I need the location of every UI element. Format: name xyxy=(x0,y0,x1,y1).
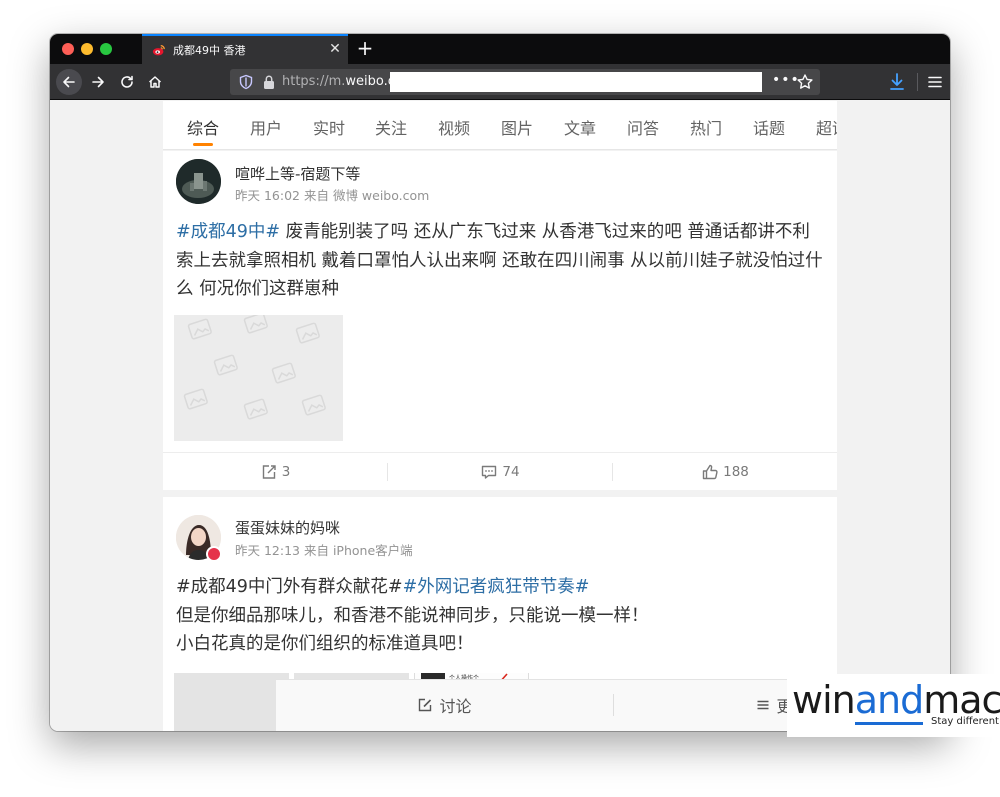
screenshot-page: 成都49中 香港 ✕ + https://m.weibo.cn/ xyxy=(0,0,1000,797)
watermark-part-and: and xyxy=(854,678,924,725)
tab-supertopics[interactable]: 超话 xyxy=(816,115,837,139)
post-username[interactable]: 喧哗上等-宿题下等 xyxy=(235,163,360,184)
minimize-window-button[interactable] xyxy=(81,43,93,55)
post-text: #成都49中门外有群众献花##外网记者疯狂带节奏# 但是你细品那味儿，和香港不能… xyxy=(176,573,826,659)
post-line: 但是你细品那味儿，和香港不能说神同步，只能说一模一样！ xyxy=(176,605,649,626)
comment-count: 74 xyxy=(502,464,520,480)
url-prefix: https://m. xyxy=(282,74,346,89)
tab-users[interactable]: 用户 xyxy=(250,115,282,139)
lock-icon[interactable] xyxy=(262,74,276,90)
home-icon xyxy=(148,76,162,88)
tab-strip: 成都49中 香港 ✕ + xyxy=(50,34,950,64)
discuss-label: 讨论 xyxy=(439,697,472,716)
thumbs-up-icon xyxy=(702,464,718,480)
page-viewport: 综合 用户 实时 关注 视频 图片 文章 问答 热门 话题 超话 xyxy=(50,101,950,731)
tab-images[interactable]: 图片 xyxy=(501,115,533,139)
avatar[interactable] xyxy=(176,159,221,204)
arrow-right-icon xyxy=(92,76,104,88)
close-window-button[interactable] xyxy=(62,43,74,55)
tab-qa[interactable]: 问答 xyxy=(627,115,659,139)
tracking-protection-shield-icon[interactable] xyxy=(238,74,254,90)
browser-window: 成都49中 香港 ✕ + https://m.weibo.cn/ xyxy=(50,34,950,731)
home-button[interactable] xyxy=(142,69,168,95)
watermark-part-win: win xyxy=(792,678,856,722)
tab-videos[interactable]: 视频 xyxy=(438,115,470,139)
tab-topics[interactable]: 话题 xyxy=(753,115,785,139)
post-meta: 昨天 12:13 来自 iPhone客户端 xyxy=(235,543,413,558)
reload-button[interactable] xyxy=(114,69,140,95)
url-text[interactable]: https://m.weibo.cn/ xyxy=(282,74,408,89)
post-hashtag[interactable]: #外网记者疯狂带节奏# xyxy=(403,577,590,597)
repost-icon xyxy=(262,465,276,479)
new-tab-button[interactable]: + xyxy=(354,37,376,59)
tab-articles[interactable]: 文章 xyxy=(564,115,596,139)
address-bar[interactable]: https://m.weibo.cn/ ••• xyxy=(230,69,820,95)
post-actions: 3 74 188 xyxy=(163,452,837,490)
tab-hot[interactable]: 热门 xyxy=(690,115,722,139)
zoom-window-button[interactable] xyxy=(100,43,112,55)
close-tab-icon[interactable]: ✕ xyxy=(328,41,342,57)
post-hashtag[interactable]: #成都49中# xyxy=(176,222,280,242)
tab-realtime[interactable]: 实时 xyxy=(313,115,345,139)
post-username[interactable]: 蛋蛋妹妹的妈咪 xyxy=(235,517,340,538)
repost-button[interactable]: 3 xyxy=(163,453,387,491)
forward-button[interactable] xyxy=(85,69,111,95)
tab-comprehensive[interactable]: 综合 xyxy=(187,115,219,139)
tab-following[interactable]: 关注 xyxy=(375,115,407,139)
verified-badge-icon xyxy=(206,546,222,562)
watermark-tagline: Stay different xyxy=(931,716,999,727)
browser-tab[interactable]: 成都49中 香港 ✕ xyxy=(142,34,348,64)
post-meta: 昨天 16:02 来自 微博 weibo.com xyxy=(235,188,430,203)
post-hashtag-plain: #成都49中门外有群众献花# xyxy=(176,577,403,597)
comment-icon xyxy=(482,465,497,479)
navigation-toolbar: https://m.weibo.cn/ ••• xyxy=(50,64,950,100)
weibo-column: 综合 用户 实时 关注 视频 图片 文章 问答 热门 话题 超话 xyxy=(163,101,950,731)
like-button[interactable]: 188 xyxy=(613,453,837,491)
post-line: #成都49中门外有群众献花##外网记者疯狂带节奏# xyxy=(176,573,826,602)
like-count: 188 xyxy=(723,464,749,480)
repost-count: 3 xyxy=(281,464,291,480)
reload-icon xyxy=(121,75,133,88)
post-image-thumbnail[interactable] xyxy=(174,673,289,731)
winandmac-watermark: winandmac Stay different xyxy=(787,674,1000,737)
back-button[interactable] xyxy=(56,69,82,95)
arrow-left-icon xyxy=(63,76,75,88)
list-menu-icon xyxy=(757,700,769,710)
edit-icon xyxy=(419,698,432,712)
hamburger-menu-icon[interactable] xyxy=(922,69,948,95)
image-placeholder-icon xyxy=(183,315,326,420)
downloads-icon[interactable] xyxy=(884,69,910,95)
post-card: 喧哗上等-宿题下等 昨天 16:02 来自 微博 weibo.com #成都49… xyxy=(163,151,837,490)
avatar-image-icon xyxy=(176,159,221,204)
search-filter-tabs: 综合 用户 实时 关注 视频 图片 文章 问答 热门 话题 超话 xyxy=(163,101,837,150)
active-tab-indicator xyxy=(193,143,213,146)
tab-title: 成都49中 香港 xyxy=(173,44,246,57)
comment-button[interactable]: 74 xyxy=(388,453,612,491)
url-redaction xyxy=(390,72,762,92)
discuss-button[interactable]: 讨论 xyxy=(276,680,613,730)
image-placeholder[interactable] xyxy=(174,315,343,441)
toolbar-divider xyxy=(917,73,918,91)
post-line: 小白花真的是你们组织的标准道具吧！ xyxy=(176,634,474,654)
weibo-favicon-icon xyxy=(152,44,165,56)
bookmark-star-icon[interactable] xyxy=(796,73,814,91)
post-text: #成都49中# 废青能别装了吗 还从广东飞过来 从香港飞过来的吧 普通话都讲不利… xyxy=(176,218,826,304)
